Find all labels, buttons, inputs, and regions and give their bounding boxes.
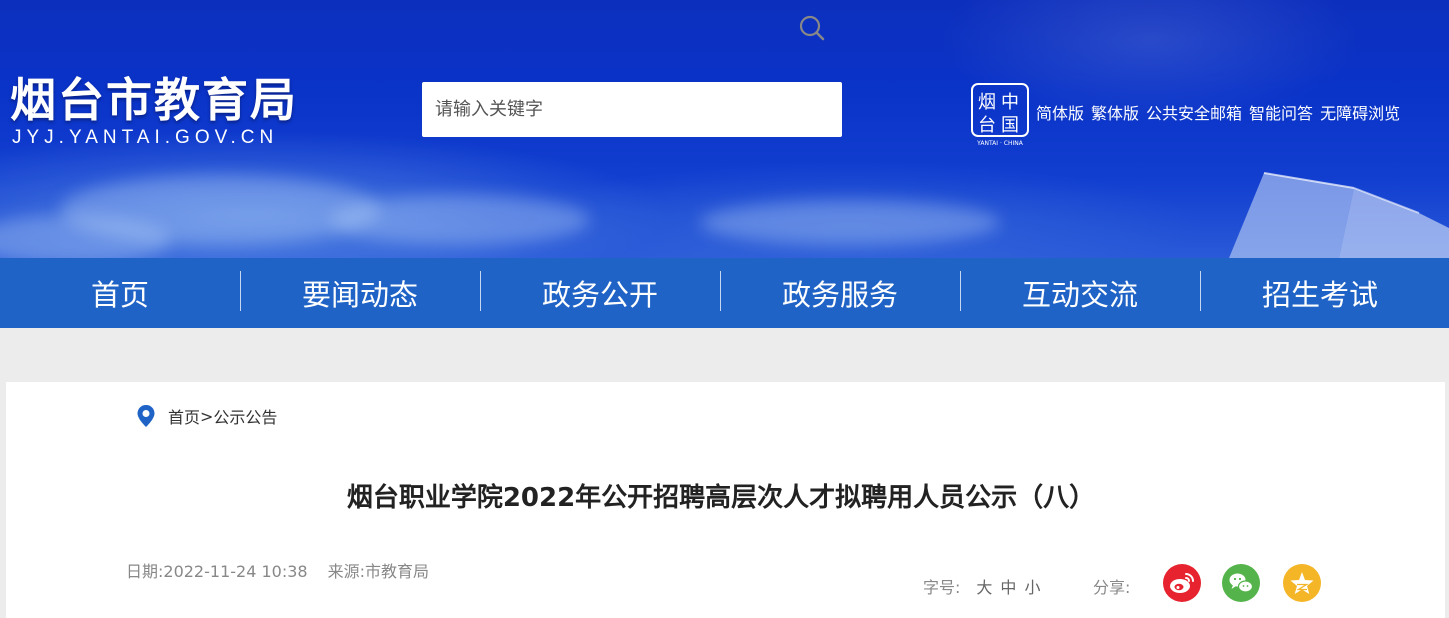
search-box (422, 82, 842, 137)
font-size-large[interactable]: 大 (976, 574, 992, 598)
open-book-decoration (1229, 172, 1449, 258)
nav-enrollment-exams[interactable]: 招生考试 (1200, 258, 1440, 328)
wechat-icon (1229, 573, 1254, 593)
link-traditional[interactable]: 繁体版 (1091, 100, 1139, 124)
link-accessibility[interactable]: 无障碍浏览 (1320, 100, 1400, 124)
link-smart-qa[interactable]: 智能问答 (1249, 100, 1313, 124)
breadcrumb-home[interactable]: 首页 (168, 404, 200, 428)
nav-government-services[interactable]: 政务服务 (720, 258, 960, 328)
cloud-decoration (330, 195, 590, 245)
site-logo-domain: JYJ.YANTAI.GOV.CN (12, 127, 279, 148)
share-wechat-button[interactable] (1222, 564, 1260, 602)
seal-caption: YANTAI · CHINA (976, 140, 1024, 147)
weibo-icon (1170, 573, 1194, 593)
share-label: 分享: (1093, 578, 1131, 597)
header-banner: 烟台市教育局 JYJ.YANTAI.GOV.CN 烟 中 台 国 YANTAI … (0, 0, 1449, 258)
cloud-decoration (700, 200, 1000, 245)
svg-text:台: 台 (978, 115, 996, 136)
main-nav: 首页 要闻动态 政务公开 政务服务 互动交流 招生考试 (0, 258, 1449, 328)
nav-news[interactable]: 要闻动态 (240, 258, 480, 328)
share-weibo-button[interactable] (1163, 564, 1201, 602)
breadcrumb: 首页 > 公示公告 (136, 404, 277, 428)
search-icon[interactable] (796, 0, 842, 55)
svg-text:烟: 烟 (978, 92, 996, 113)
top-links: 简体版 繁体版 公共安全邮箱 智能问答 无障碍浏览 (1036, 100, 1400, 124)
article-source: 来源:市教育局 (327, 562, 429, 581)
article-title: 烟台职业学院2022年公开招聘高层次人才拟聘用人员公示（八） (346, 483, 1096, 513)
font-size-control: 字号: 大 中 小 (923, 574, 1040, 598)
qzone-star-icon (1290, 572, 1314, 594)
yantai-china-seal-icon: 烟 中 台 国 YANTAI · CHINA (971, 83, 1029, 147)
location-pin-icon (137, 405, 155, 427)
article-card: 首页 > 公示公告 烟台职业学院2022年公开招聘高层次人才拟聘用人员公示（八）… (6, 382, 1445, 618)
site-logo-title[interactable]: 烟台市教育局 (10, 72, 298, 128)
share-qzone-button[interactable] (1283, 564, 1321, 602)
article-date: 日期:2022-11-24 10:38 (126, 562, 308, 581)
nav-home[interactable]: 首页 (0, 258, 240, 328)
breadcrumb-separator: > (200, 406, 214, 426)
svg-text:国: 国 (1001, 115, 1019, 136)
link-security-mailbox[interactable]: 公共安全邮箱 (1146, 100, 1242, 124)
nav-government-affairs[interactable]: 政务公开 (480, 258, 720, 328)
search-input[interactable] (422, 82, 792, 137)
breadcrumb-current[interactable]: 公示公告 (213, 404, 277, 428)
font-size-small[interactable]: 小 (1024, 574, 1040, 598)
font-size-label: 字号: (923, 578, 961, 597)
article-meta: 日期:2022-11-24 10:38 来源:市教育局 (126, 558, 429, 582)
svg-text:中: 中 (1001, 92, 1019, 113)
font-size-medium[interactable]: 中 (1000, 574, 1016, 598)
nav-interaction[interactable]: 互动交流 (960, 258, 1200, 328)
link-simplified[interactable]: 简体版 (1036, 100, 1084, 124)
